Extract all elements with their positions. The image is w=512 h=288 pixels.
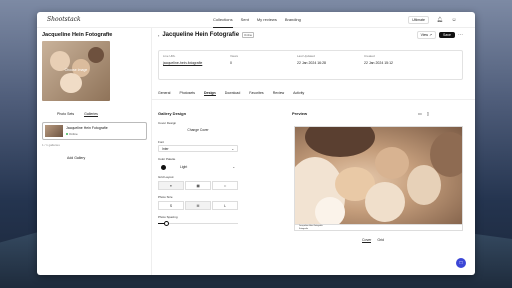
user-icon[interactable]: ☺ [451, 17, 457, 23]
upgrade-button[interactable]: Ultimate [408, 16, 429, 24]
change-cover-label: Change Cover [187, 128, 209, 132]
gallery-info-card: Live URL jacqueline-hein-fotografie View… [158, 50, 463, 80]
nav-sent[interactable]: Sent [241, 12, 249, 28]
photo-spacing-label: Photo Spacing [158, 215, 178, 219]
grid-layout-label: Grid Layout [158, 175, 174, 179]
sidebar: Jacqueline Hein Fotografie ⋯ Choose Imag… [37, 28, 152, 275]
size-l-button[interactable]: L [212, 201, 238, 210]
tab-photosets[interactable]: Photosets [179, 91, 195, 96]
color-swatch [161, 164, 166, 170]
gallery-count: 1 / 1 galleries [42, 143, 60, 147]
views-value: 0 [230, 61, 232, 65]
chevron-down-icon: ⌄ [231, 146, 234, 151]
preview-device-toggle: ▭ ▯ [418, 111, 429, 116]
mobile-icon[interactable]: ▯ [427, 111, 429, 116]
gallery-status: Online [66, 132, 78, 136]
main-panel: ‹ Jacqueline Hein Fotografie Online View… [152, 28, 475, 275]
grid-layout-options: ≡ ▦ ∷ [158, 181, 238, 190]
back-icon[interactable]: ‹ [158, 33, 159, 38]
updated-value: 22 Jan 2024 16:28 [297, 61, 326, 65]
nav-collections[interactable]: Collections [213, 12, 233, 28]
preview-title: Preview [292, 111, 308, 116]
color-palette-select[interactable]: Light ⌄ [158, 163, 238, 171]
font-value: Inter [162, 146, 169, 151]
cover-design-label: Cover Design [158, 121, 177, 125]
choose-image-label[interactable]: Choose Image [42, 68, 110, 72]
view-label: View [420, 33, 429, 37]
created-value: 22 Jan 2024 15:12 [364, 61, 393, 65]
tab-divider [152, 99, 475, 100]
grid-rows-icon[interactable]: ≡ [158, 181, 184, 190]
external-link-icon: ↗ [429, 33, 433, 37]
cover-thumbnail[interactable]: Choose Image [42, 41, 110, 101]
live-url-link[interactable]: jacqueline-hein-fotografie [163, 61, 202, 65]
header-actions: View ↗ Save ⋯ [416, 31, 463, 39]
views-label: Views [230, 54, 238, 58]
gallery-name: Jacqueline Hein Fotografie [66, 126, 108, 130]
color-palette-label: Color Palette [158, 157, 176, 161]
tab-design[interactable]: Design [204, 91, 216, 96]
settings-tabs: General Photosets Design Download Favori… [158, 91, 304, 96]
top-right-controls: Ultimate 🔔︎ ☺ [408, 12, 457, 28]
app-window: Shootstack Collections Sent My reviews B… [37, 12, 475, 275]
sidebar-title: Jacqueline Hein Fotografie [42, 32, 113, 38]
tab-general[interactable]: General [158, 91, 170, 96]
view-button[interactable]: View ↗ [416, 31, 437, 39]
photo-size-options: S M L [158, 201, 238, 210]
font-label: Font [158, 140, 165, 144]
app-logo[interactable]: Shootstack [47, 16, 81, 23]
top-nav: Collections Sent My reviews Branding [213, 12, 301, 28]
page-title: Jacqueline Hein Fotografie [162, 32, 240, 38]
nav-my-reviews[interactable]: My reviews [257, 12, 277, 28]
updated-label: Last Updated [297, 54, 315, 58]
chat-icon[interactable]: □ [456, 258, 466, 268]
caption-title: Jacqueline Hein Fotografie [299, 225, 323, 227]
tab-galleries[interactable]: Galleries [84, 112, 98, 117]
add-gallery-button[interactable]: Add Gallery [67, 156, 85, 160]
design-title: Gallery Design [158, 111, 187, 116]
status-dot-icon [66, 133, 68, 135]
more-icon[interactable]: ⋯ [105, 31, 110, 37]
nav-branding[interactable]: Branding [285, 12, 301, 28]
gallery-thumbnail [45, 125, 63, 137]
gallery-status-text: Online [69, 132, 78, 136]
spacing-slider-track[interactable] [158, 223, 238, 224]
tab-cover[interactable]: Cover [362, 238, 372, 243]
chevron-down-icon: ⌄ [232, 165, 235, 169]
grid-squares-icon[interactable]: ∷ [212, 181, 238, 190]
desktop-icon[interactable]: ▭ [418, 111, 422, 116]
save-button[interactable]: Save [439, 32, 455, 38]
tab-activity[interactable]: Activity [293, 91, 304, 96]
created-label: Created [364, 54, 375, 58]
preview-tabs: Cover Grid [362, 238, 384, 243]
spacing-slider-handle[interactable] [164, 221, 169, 226]
bell-icon[interactable]: 🔔︎ [437, 17, 443, 23]
cover-preview-image [294, 126, 463, 225]
more-options-icon[interactable]: ⋯ [458, 32, 463, 38]
size-s-button[interactable]: S [158, 201, 184, 210]
color-value: Light [180, 165, 188, 169]
tab-favorites[interactable]: Favorites [249, 91, 263, 96]
tab-photo-sets[interactable]: Photo Sets [57, 112, 74, 117]
font-select[interactable]: Inter ⌄ [158, 145, 238, 152]
tab-grid[interactable]: Grid [377, 238, 384, 243]
status-badge: Online [242, 32, 255, 38]
live-url-label: Live URL [163, 54, 176, 58]
main-header: ‹ Jacqueline Hein Fotografie Online [158, 32, 255, 38]
design-panel: Gallery Design Cover Design Change Cover… [158, 111, 246, 226]
tab-review[interactable]: Review [273, 91, 284, 96]
preview-caption: Jacqueline Hein Fotografie Fotografie [294, 225, 463, 231]
photo-size-label: Photo Size [158, 195, 173, 199]
size-m-button[interactable]: M [185, 201, 211, 210]
sidebar-tabs: Photo Sets Galleries [57, 112, 98, 117]
grid-mosaic-icon[interactable]: ▦ [185, 181, 211, 190]
tab-download[interactable]: Download [225, 91, 241, 96]
change-cover-button[interactable]: Change Cover [158, 126, 238, 134]
gallery-list-item[interactable]: Jacqueline Hein Fotografie Online [42, 122, 147, 140]
caption-subtitle: Fotografie [299, 228, 309, 230]
preview-panel: Preview ▭ ▯ Jacqueline Hein Fotografie F… [292, 111, 463, 243]
